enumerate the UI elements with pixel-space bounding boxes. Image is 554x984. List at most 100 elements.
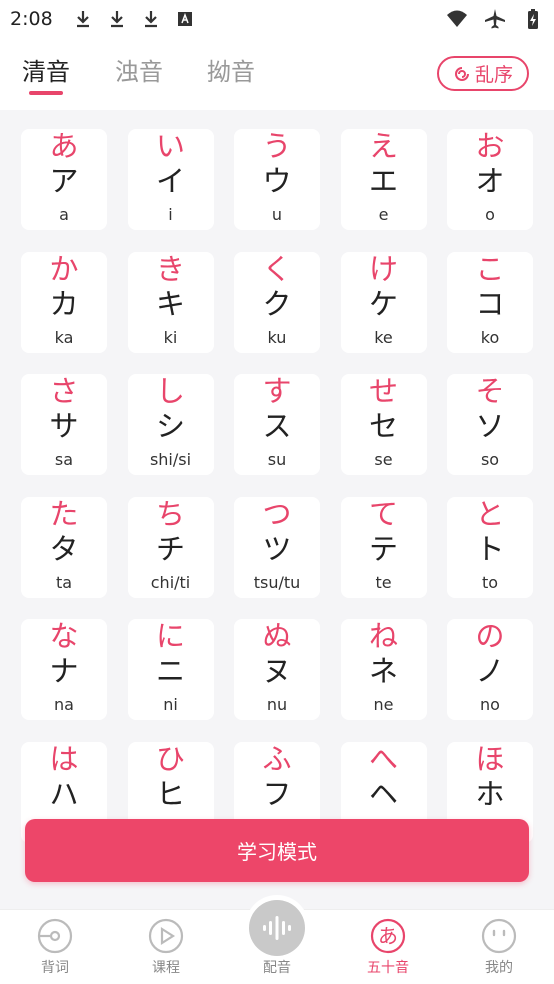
- kana-cell[interactable]: なナ na: [21, 619, 107, 720]
- active-tab-indicator: [29, 91, 63, 95]
- shuffle-icon: [455, 66, 469, 81]
- tab-youon[interactable]: 拗音: [207, 52, 255, 87]
- status-bar: 2:08: [0, 0, 554, 38]
- nav-course[interactable]: 课程: [111, 910, 221, 984]
- romaji-label: ni: [163, 695, 178, 714]
- kana-cell[interactable]: つツ tsu/tu: [234, 496, 320, 598]
- katakana-char: ウ: [262, 164, 292, 198]
- katakana-char: ト: [475, 531, 505, 566]
- katakana-char: ヘ: [368, 776, 398, 811]
- hiragana-char: さ: [49, 374, 79, 408]
- kana-cell[interactable]: すス su: [234, 374, 320, 475]
- romaji-label: no: [480, 695, 500, 714]
- romaji-label: chi/ti: [150, 572, 191, 592]
- hiragana-char: て: [368, 496, 398, 531]
- romaji-label: tsu/tu: [253, 572, 301, 592]
- hiragana-char: く: [262, 251, 292, 286]
- tab-dakuon[interactable]: 浊音: [115, 52, 163, 87]
- kana-cell[interactable]: けケ ke: [340, 251, 427, 353]
- kana-cell[interactable]: しシ shi/si: [127, 374, 214, 475]
- katakana-char: テ: [368, 531, 398, 566]
- hiragana-char: け: [368, 251, 398, 286]
- kana-cell[interactable]: きキ ki: [127, 251, 214, 353]
- kana-cell[interactable]: くク ku: [234, 251, 320, 353]
- kana-cell[interactable]: さサ sa: [21, 374, 107, 475]
- romaji-label: nu: [266, 695, 288, 714]
- hiragana-char: こ: [475, 251, 505, 286]
- kana-cell[interactable]: せセ se: [340, 374, 427, 475]
- airplane-icon: [485, 9, 505, 29]
- kana-cell[interactable]: うウu: [234, 129, 320, 230]
- katakana-char: タ: [49, 531, 79, 566]
- katakana-char: イ: [155, 164, 185, 198]
- katakana-char: コ: [475, 286, 505, 321]
- kana-cell[interactable]: てテ te: [340, 496, 427, 598]
- hiragana-char: き: [155, 251, 185, 286]
- kana-cell[interactable]: いイi: [127, 129, 214, 230]
- hiragana-char: ね: [368, 619, 398, 653]
- katakana-char: ナ: [49, 654, 79, 688]
- download-icon: [144, 11, 157, 28]
- hiragana-char: つ: [262, 496, 292, 531]
- hiragana-char: そ: [475, 374, 505, 408]
- hiragana-char: と: [475, 496, 505, 531]
- katakana-char: フ: [262, 776, 292, 811]
- katakana-char: シ: [155, 409, 185, 443]
- katakana-char: キ: [155, 286, 185, 321]
- hiragana-char: ち: [155, 496, 185, 531]
- katakana-char: サ: [49, 409, 79, 443]
- shuffle-label: 乱序: [474, 64, 513, 86]
- kana-cell[interactable]: たタ ta: [21, 496, 107, 598]
- hiragana-char: へ: [368, 741, 398, 776]
- katakana-char: ヒ: [155, 776, 185, 811]
- hiragana-char: に: [155, 619, 185, 653]
- nav-profile[interactable]: 我的: [444, 910, 554, 984]
- kana-cell[interactable]: とト to: [447, 496, 533, 598]
- katakana-char: ニ: [155, 654, 185, 688]
- recite-icon: [37, 918, 73, 954]
- nav-gojuon[interactable]: あ 五十音: [333, 910, 443, 984]
- nav-recite[interactable]: 背词: [0, 910, 110, 984]
- katakana-char: ケ: [368, 286, 398, 321]
- kana-cell[interactable]: かカ ka: [21, 251, 107, 353]
- voice-wave-icon: [263, 916, 291, 940]
- kana-cell[interactable]: こコ ko: [447, 251, 533, 353]
- katakana-char: カ: [49, 286, 79, 321]
- romaji-label: e: [378, 205, 389, 224]
- kana-cell[interactable]: えエe: [340, 129, 427, 230]
- kana-cell[interactable]: ぬヌ nu: [234, 619, 320, 720]
- kana-cell[interactable]: にニ ni: [127, 619, 214, 720]
- kana-cell[interactable]: おオo: [447, 129, 533, 230]
- dubbing-center-button[interactable]: [249, 900, 305, 956]
- hiragana-char: ほ: [475, 741, 505, 776]
- tab-seion[interactable]: 清音: [22, 52, 70, 87]
- kana-cell[interactable]: のノ no: [447, 619, 533, 720]
- hiragana-char: の: [475, 619, 505, 653]
- kana-cell[interactable]: そソ so: [447, 374, 533, 475]
- romaji-label: o: [485, 205, 495, 224]
- wifi-icon: [447, 10, 467, 27]
- hiragana-char: う: [262, 129, 292, 163]
- romaji-label: ne: [373, 695, 394, 714]
- kana-cell[interactable]: ちチ chi/ti: [127, 496, 214, 598]
- romaji-label: na: [54, 695, 74, 714]
- hiragana-char: あ: [49, 129, 79, 163]
- katakana-char: エ: [368, 164, 398, 198]
- kana-grid: あア a いイ i うウ u えエ e おオ o かカ ka きキ ki くク ku けケ ke こコ ko さサ sa し…: [21, 129, 534, 843]
- romaji-label: so: [480, 450, 500, 469]
- hiragana-char: す: [262, 374, 292, 408]
- hiragana-char: ぬ: [262, 619, 292, 653]
- hiragana-char: せ: [368, 374, 398, 408]
- nav-label: 背词: [41, 960, 69, 976]
- romaji-label: to: [481, 572, 499, 592]
- study-mode-button[interactable]: 学习模式: [25, 819, 529, 882]
- battery-charging-icon: [528, 9, 538, 29]
- romaji-label: te: [375, 572, 392, 592]
- katakana-char: ヌ: [262, 654, 292, 688]
- shuffle-button[interactable]: 乱序: [437, 56, 529, 91]
- katakana-char: ソ: [475, 409, 505, 443]
- download-icon: [110, 11, 123, 28]
- kana-cell[interactable]: あアa: [21, 129, 107, 230]
- katakana-char: ノ: [475, 654, 505, 688]
- kana-cell[interactable]: ねネ ne: [340, 619, 427, 720]
